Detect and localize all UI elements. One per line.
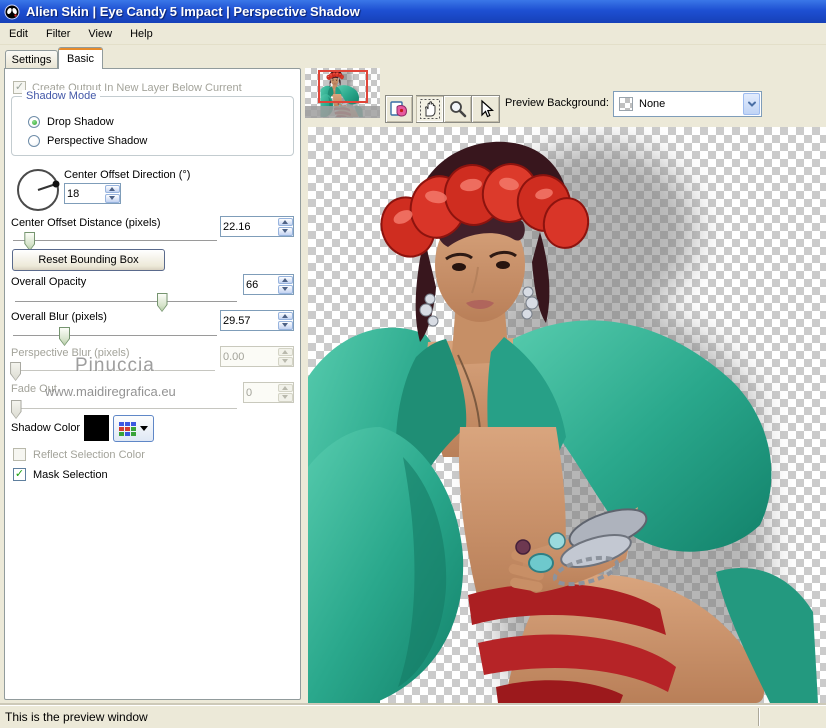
alien-skin-logo-icon bbox=[4, 4, 20, 20]
opacity-slider-thumb[interactable] bbox=[156, 293, 168, 312]
menu-help[interactable]: Help bbox=[121, 25, 162, 43]
zoom-tool-button[interactable] bbox=[444, 95, 472, 123]
direction-spinner bbox=[64, 183, 121, 204]
distance-slider-track[interactable] bbox=[13, 240, 217, 242]
shadow-color-swatch[interactable] bbox=[84, 415, 109, 441]
navigator-view-rectangle[interactable] bbox=[318, 70, 368, 103]
preview-canvas[interactable] bbox=[308, 127, 826, 703]
dropdown-button[interactable] bbox=[743, 93, 760, 115]
status-bar: This is the preview window bbox=[0, 705, 826, 728]
blur-slider-thumb[interactable] bbox=[59, 327, 70, 346]
blur-spinner bbox=[220, 310, 294, 331]
preview-background-value: None bbox=[639, 98, 666, 110]
opacity-slider[interactable] bbox=[15, 292, 237, 312]
transparency-swatch-icon bbox=[619, 97, 633, 111]
fade-out-slider-track bbox=[11, 408, 237, 410]
perspective-blur-slider-track bbox=[11, 370, 215, 372]
opacity-label: Overall Opacity bbox=[11, 276, 87, 288]
opacity-spinner bbox=[243, 274, 294, 295]
navigator-bottom-strip bbox=[305, 106, 380, 118]
drop-shadow-radio[interactable] bbox=[28, 116, 40, 128]
watermark-url: www.maidiregrafica.eu bbox=[45, 384, 176, 399]
perspective-blur-input bbox=[223, 348, 276, 365]
blur-slider[interactable] bbox=[13, 326, 217, 346]
perspective-shadow-label: Perspective Shadow bbox=[47, 135, 148, 147]
menu-view[interactable]: View bbox=[79, 25, 121, 43]
shadow-mode-title: Shadow Mode bbox=[22, 90, 101, 102]
opacity-up-button[interactable] bbox=[277, 275, 293, 284]
perspective-blur-up-button bbox=[277, 347, 293, 356]
pan-tool-button[interactable] bbox=[416, 95, 444, 123]
proof-preview-button[interactable] bbox=[385, 95, 413, 123]
preview-toolbar bbox=[385, 95, 500, 123]
palette-grid-icon bbox=[119, 421, 136, 436]
fade-out-spinner bbox=[243, 382, 294, 403]
title-bar: Alien Skin | Eye Candy 5 Impact | Perspe… bbox=[0, 0, 826, 23]
perspective-blur-down-button bbox=[277, 357, 293, 366]
distance-up-button[interactable] bbox=[277, 217, 293, 226]
distance-label: Center Offset Distance (pixels) bbox=[11, 217, 161, 229]
distance-spinner bbox=[220, 216, 294, 237]
distance-down-button[interactable] bbox=[277, 227, 293, 236]
mask-selection-label: Mask Selection bbox=[33, 469, 108, 481]
tab-basic[interactable]: Basic bbox=[58, 47, 103, 69]
perspective-blur-slider-thumb bbox=[10, 362, 22, 381]
reset-bounding-box-button[interactable]: Reset Bounding Box bbox=[12, 249, 165, 271]
direction-down-button[interactable] bbox=[104, 194, 120, 203]
blur-up-button[interactable] bbox=[277, 311, 293, 320]
shadow-color-picker-button[interactable] bbox=[113, 415, 154, 442]
fade-out-input bbox=[246, 384, 276, 401]
blur-input[interactable] bbox=[223, 312, 276, 329]
perspective-blur-slider bbox=[10, 361, 215, 381]
preview-background-label: Preview Background: bbox=[505, 97, 609, 109]
fade-out-label: Fade Out bbox=[11, 383, 57, 395]
pointer-arrow-icon bbox=[480, 99, 494, 118]
perspective-blur-label: Perspective Blur (pixels) bbox=[11, 347, 130, 359]
reflect-selection-checkbox[interactable] bbox=[13, 448, 26, 461]
magnifier-icon bbox=[449, 101, 466, 118]
navigator-thumbnail[interactable] bbox=[305, 68, 380, 118]
pointer-tool-button[interactable] bbox=[472, 95, 500, 123]
fade-out-down-button bbox=[277, 393, 293, 402]
direction-input[interactable] bbox=[67, 185, 103, 202]
proof-preview-icon bbox=[390, 101, 407, 117]
menu-bar: Edit Filter View Help bbox=[0, 23, 826, 45]
opacity-slider-track[interactable] bbox=[15, 301, 237, 303]
blur-label: Overall Blur (pixels) bbox=[11, 311, 107, 323]
direction-up-button[interactable] bbox=[104, 184, 120, 193]
distance-input[interactable] bbox=[223, 218, 276, 235]
dropdown-arrow-icon bbox=[140, 426, 148, 431]
basic-settings-panel: ✓ Create Output In New Layer Below Curre… bbox=[4, 68, 301, 700]
preview-background-dropdown[interactable]: None bbox=[613, 91, 762, 117]
perspective-blur-spinner bbox=[220, 346, 294, 367]
opacity-input[interactable] bbox=[246, 276, 276, 293]
drop-shadow-label: Drop Shadow bbox=[47, 116, 114, 128]
status-divider bbox=[758, 708, 759, 726]
fade-out-slider-thumb bbox=[10, 400, 22, 419]
blur-slider-track[interactable] bbox=[13, 335, 217, 337]
direction-label: Center Offset Direction (°) bbox=[64, 169, 191, 181]
direction-dial[interactable] bbox=[15, 167, 61, 213]
plugin-window: Alien Skin | Eye Candy 5 Impact | Perspe… bbox=[0, 0, 826, 728]
menu-filter[interactable]: Filter bbox=[37, 25, 79, 43]
chevron-down-icon bbox=[747, 101, 756, 107]
model-photo-illustration bbox=[308, 127, 826, 703]
reflect-selection-label: Reflect Selection Color bbox=[33, 449, 145, 461]
status-text: This is the preview window bbox=[5, 710, 148, 724]
shadow-color-label: Shadow Color bbox=[11, 422, 81, 434]
opacity-down-button[interactable] bbox=[277, 285, 293, 294]
tab-settings[interactable]: Settings bbox=[5, 50, 58, 69]
mask-selection-checkbox[interactable]: ✓ bbox=[13, 468, 26, 481]
dial-graphic bbox=[17, 169, 60, 211]
perspective-shadow-radio[interactable] bbox=[28, 135, 40, 147]
distance-slider[interactable] bbox=[13, 231, 217, 251]
hand-pan-icon bbox=[419, 99, 440, 119]
window-title: Alien Skin | Eye Candy 5 Impact | Perspe… bbox=[26, 4, 360, 19]
shadow-mode-group: Shadow Mode Drop Shadow Perspective Shad… bbox=[11, 90, 294, 156]
fade-out-up-button bbox=[277, 383, 293, 392]
blur-down-button[interactable] bbox=[277, 321, 293, 330]
menu-edit[interactable]: Edit bbox=[0, 25, 37, 43]
